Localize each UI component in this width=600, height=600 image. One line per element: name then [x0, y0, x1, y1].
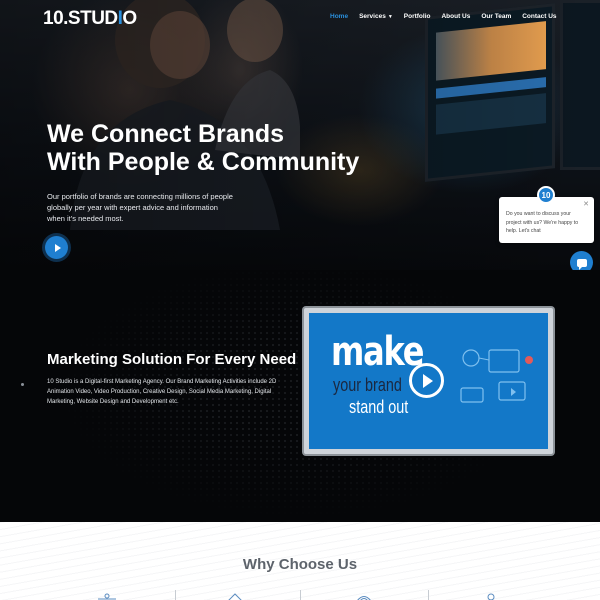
nav-about-us[interactable]: About Us	[441, 13, 470, 20]
main-nav: Home Services ▼ Portfolio About Us Our Te…	[330, 13, 568, 20]
chat-popup[interactable]: 10 ✕ Do you want to discuss your project…	[499, 186, 594, 243]
marketing-description: 10 Studio is a Digital-first Marketing A…	[47, 379, 277, 405]
chevron-down-icon: ▼	[387, 14, 393, 20]
nav-home[interactable]: Home	[330, 13, 348, 20]
slider-dot[interactable]	[21, 383, 24, 386]
hero-play-button[interactable]	[45, 236, 68, 259]
video-text-stand: stand out	[349, 397, 409, 417]
chat-message: Do you want to discuss your project with…	[506, 211, 579, 234]
divider	[428, 590, 429, 600]
home-icon	[228, 593, 242, 600]
divider	[175, 590, 176, 600]
marketing-section: Marketing Solution For Every Need 10 Stu…	[0, 270, 600, 522]
hero-title: We Connect Brands With People & Community	[47, 120, 360, 176]
video-text-brand: your brand	[333, 375, 402, 395]
chat-avatar: 10	[537, 186, 555, 204]
why-title: Why Choose Us	[242, 556, 358, 573]
play-icon	[54, 243, 61, 252]
marketing-title: Marketing Solution For Every Need	[47, 351, 297, 368]
chat-icon	[576, 258, 587, 270]
logo[interactable]: 10.STUDIO	[43, 8, 137, 30]
strategy-icon	[98, 593, 116, 600]
video-thumbnail[interactable]: make your brand stand out	[304, 308, 553, 454]
video-text-make: make	[331, 329, 424, 375]
nav-portfolio[interactable]: Portfolio	[404, 13, 431, 20]
why-choose-us-section: Why Choose Us	[0, 522, 600, 600]
close-icon[interactable]: ✕	[583, 200, 589, 208]
support-icon	[487, 593, 495, 600]
nav-services[interactable]: Services ▼	[359, 13, 393, 20]
nav-contact-us[interactable]: Contact Us	[522, 13, 556, 20]
hero-description: Our portfolio of brands are connecting m…	[47, 192, 233, 223]
signal-icon	[357, 596, 371, 600]
video-play-button[interactable]	[409, 363, 444, 398]
divider	[300, 590, 301, 600]
play-icon	[423, 373, 433, 388]
nav-our-team[interactable]: Our Team	[481, 13, 511, 20]
marketing-illustration	[460, 349, 533, 403]
